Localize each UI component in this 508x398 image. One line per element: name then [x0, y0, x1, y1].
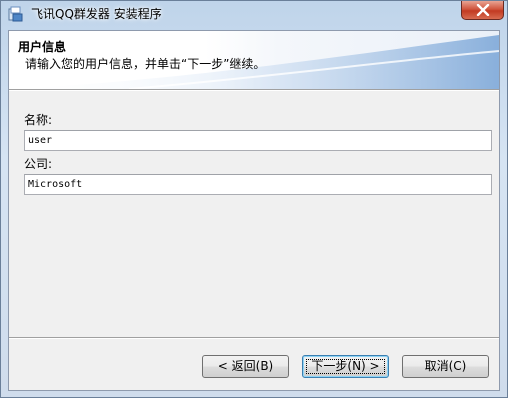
title-bar[interactable]: 飞讯QQ群发器 安装程序	[1, 1, 507, 29]
company-label: 公司:	[24, 157, 53, 171]
next-button[interactable]: 下一步(N) >	[302, 355, 389, 378]
company-field[interactable]	[24, 174, 492, 195]
banner-divider	[9, 89, 499, 91]
wizard-client-area: 用户信息 请输入您的用户信息，并单击“下一步”继续。 名称: 公司: < 返回(…	[8, 30, 500, 391]
page-title: 用户信息	[18, 40, 67, 54]
window-title: 飞讯QQ群发器 安装程序	[31, 7, 162, 21]
page-description: 请输入您的用户信息，并单击“下一步”继续。	[25, 57, 266, 71]
next-button-label: 下一步(N) >	[311, 359, 380, 373]
wizard-banner: 用户信息 请输入您的用户信息，并单击“下一步”继续。	[9, 31, 499, 89]
close-icon	[476, 4, 490, 16]
back-button[interactable]: < 返回(B)	[202, 355, 289, 378]
installer-window: 飞讯QQ群发器 安装程序 用户信息 请输入您的用户信息，并单击“下一步”继续。 …	[0, 0, 508, 398]
cancel-button[interactable]: 取消(C)	[402, 355, 489, 378]
footer-divider	[9, 337, 499, 339]
installer-icon	[8, 6, 24, 22]
name-label: 名称:	[24, 113, 53, 127]
close-button[interactable]	[461, 1, 504, 20]
name-field[interactable]	[24, 130, 492, 151]
